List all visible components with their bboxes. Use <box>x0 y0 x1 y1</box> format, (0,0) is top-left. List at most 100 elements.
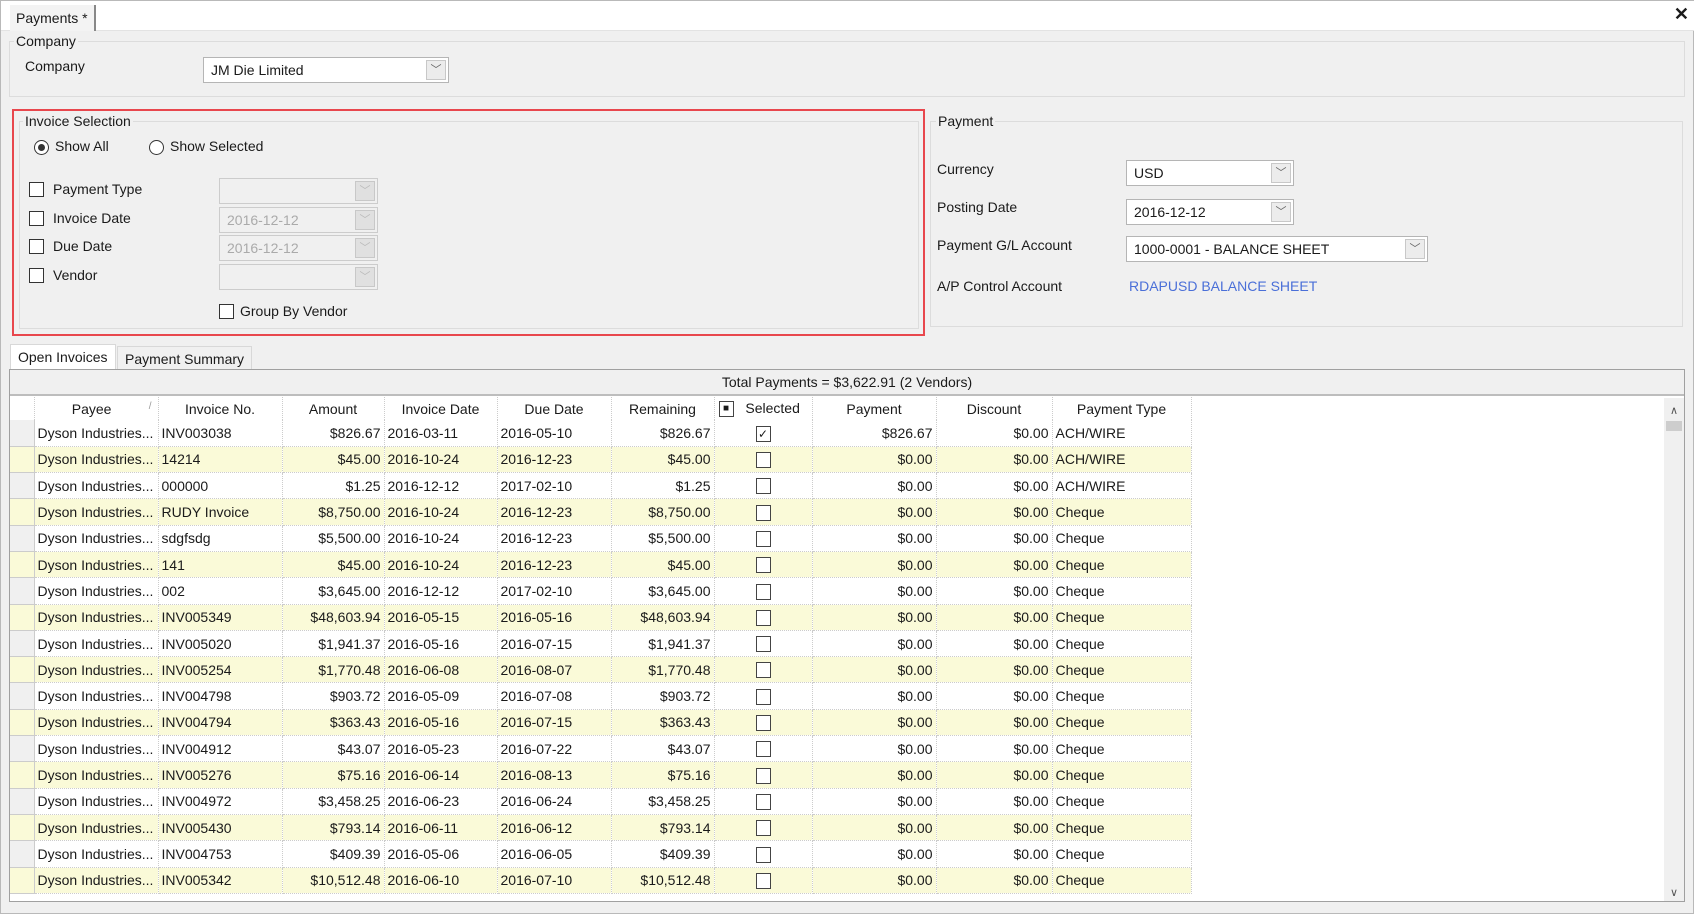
cell-selected[interactable] <box>714 814 813 842</box>
table-row[interactable]: Dyson Industries... INV005254 $1,770.48 201… <box>10 656 1192 684</box>
row-header[interactable] <box>10 577 35 605</box>
row-select-checkbox[interactable] <box>755 636 771 653</box>
row-select-checkbox[interactable] <box>755 820 771 837</box>
row-select-checkbox[interactable] <box>755 741 771 758</box>
vendor-checkbox[interactable] <box>29 268 44 283</box>
chevron-down-icon[interactable]: ﹀ <box>426 60 446 80</box>
cell-selected[interactable] <box>714 788 813 815</box>
row-select-checkbox[interactable] <box>755 872 771 889</box>
row-select-checkbox[interactable] <box>755 504 771 521</box>
table-row[interactable]: Dyson Industries... 000000 $1.25 2016-12-12… <box>10 472 1192 500</box>
tab-open-invoices[interactable]: Open Invoices <box>10 344 116 370</box>
row-select-checkbox[interactable] <box>755 583 771 600</box>
table-row[interactable]: Dyson Industries... RUDY Invoice $8,750.00… <box>10 498 1192 526</box>
row-header[interactable] <box>10 735 35 763</box>
table-row[interactable]: Dyson Industries... sdgfsdg $5,500.00 2016-… <box>10 525 1192 552</box>
table-row[interactable]: Dyson Industries... INV005430 $793.14 2016-… <box>10 814 1192 842</box>
table-row[interactable]: Dyson Industries... INV004798 $903.72 2016-… <box>10 682 1192 710</box>
row-header[interactable] <box>10 656 35 684</box>
cell-selected[interactable] <box>714 472 813 500</box>
due-date-checkbox[interactable] <box>29 239 44 254</box>
show-selected-radio[interactable] <box>149 140 164 155</box>
col-payment[interactable]: Payment <box>812 397 937 420</box>
row-select-checkbox[interactable] <box>755 688 771 705</box>
cell-selected[interactable] <box>714 656 813 684</box>
tab-payments[interactable]: Payments * <box>10 5 96 31</box>
cell-selected[interactable] <box>714 525 813 552</box>
select-all-checkbox[interactable]: ■ <box>718 401 734 418</box>
cell-selected[interactable] <box>714 867 813 894</box>
table-row[interactable]: Dyson Industries... INV005349 $48,603.94 20… <box>10 604 1192 631</box>
gl-account-dropdown[interactable]: 1000-0001 - BALANCE SHEET ﹀ <box>1126 236 1428 262</box>
row-select-checkbox[interactable] <box>755 846 771 863</box>
close-icon[interactable]: ✕ <box>1674 4 1689 25</box>
cell-selected[interactable]: ✓ <box>714 420 813 447</box>
col-remaining[interactable]: Remaining <box>611 397 715 420</box>
table-row[interactable]: Dyson Industries... INV005020 $1,941.37 201… <box>10 630 1192 658</box>
row-header[interactable] <box>10 472 35 500</box>
cell-selected[interactable] <box>714 709 813 737</box>
row-header[interactable] <box>10 551 35 579</box>
row-select-checkbox[interactable] <box>755 609 771 626</box>
currency-dropdown[interactable]: USD ﹀ <box>1126 160 1294 186</box>
col-selected[interactable]: ■ Selected <box>714 397 813 420</box>
row-select-checkbox[interactable] <box>755 478 771 495</box>
col-amount[interactable]: Amount <box>282 397 385 420</box>
invoice-date-checkbox[interactable] <box>29 211 44 226</box>
ap-account-link[interactable]: RDAPUSD BALANCE SHEET <box>1129 278 1317 294</box>
chevron-down-icon[interactable]: ﹀ <box>1271 163 1291 183</box>
col-payee[interactable]: Payee / <box>34 397 159 420</box>
scroll-thumb[interactable] <box>1666 421 1682 431</box>
row-header[interactable] <box>10 682 35 710</box>
table-row[interactable]: Dyson Industries... INV004753 $409.39 2016-… <box>10 840 1192 868</box>
col-payment-type[interactable]: Payment Type <box>1052 397 1192 420</box>
col-due-date[interactable]: Due Date <box>497 397 612 420</box>
row-header[interactable] <box>10 420 35 447</box>
row-header[interactable] <box>10 498 35 526</box>
table-row[interactable]: Dyson Industries... INV004794 $363.43 2016-… <box>10 709 1192 737</box>
row-header[interactable] <box>10 761 35 789</box>
cell-selected[interactable] <box>714 735 813 763</box>
due-date-picker[interactable]: 2016-12-12 ﹀ <box>219 235 378 261</box>
row-select-checkbox[interactable] <box>755 557 771 574</box>
table-row[interactable]: Dyson Industries... INV004972 $3,458.25 201… <box>10 788 1192 815</box>
col-discount[interactable]: Discount <box>936 397 1053 420</box>
show-all-radio[interactable] <box>34 140 49 155</box>
table-row[interactable]: Dyson Industries... 14214 $45.00 2016-10-24… <box>10 446 1192 474</box>
scroll-down-icon[interactable]: ∨ <box>1664 886 1684 899</box>
cell-selected[interactable] <box>714 577 813 605</box>
cell-selected[interactable] <box>714 551 813 579</box>
row-header[interactable] <box>10 867 35 894</box>
row-header[interactable] <box>10 525 35 552</box>
row-select-checkbox[interactable] <box>755 452 771 469</box>
table-row[interactable]: Dyson Industries... INV005342 $10,512.48 20… <box>10 867 1192 894</box>
vertical-scrollbar[interactable]: ∧ ∨ <box>1664 398 1684 901</box>
row-select-checkbox[interactable] <box>755 662 771 679</box>
payment-type-dropdown[interactable]: ﹀ <box>219 178 378 204</box>
row-select-checkbox[interactable] <box>755 715 771 732</box>
row-header[interactable] <box>10 604 35 631</box>
row-header[interactable] <box>10 709 35 737</box>
scroll-up-icon[interactable]: ∧ <box>1664 404 1684 417</box>
cell-selected[interactable] <box>714 682 813 710</box>
cell-selected[interactable] <box>714 604 813 631</box>
table-row[interactable]: Dyson Industries... INV004912 $43.07 2016-0… <box>10 735 1192 763</box>
cell-selected[interactable] <box>714 761 813 789</box>
vendor-dropdown[interactable]: ﹀ <box>219 264 378 290</box>
row-header[interactable] <box>10 788 35 815</box>
table-row[interactable]: Dyson Industries... INV003038 $826.67 2016-… <box>10 420 1192 447</box>
row-select-checkbox[interactable]: ✓ <box>755 425 771 442</box>
cell-selected[interactable] <box>714 498 813 526</box>
invoice-date-picker[interactable]: 2016-12-12 ﹀ <box>219 207 378 233</box>
row-select-checkbox[interactable] <box>755 793 771 810</box>
tab-payment-summary[interactable]: Payment Summary <box>117 346 253 371</box>
table-row[interactable]: Dyson Industries... 141 $45.00 2016-10-24 20… <box>10 551 1192 579</box>
row-header[interactable] <box>10 630 35 658</box>
row-select-checkbox[interactable] <box>755 767 771 784</box>
payment-type-checkbox[interactable] <box>29 182 44 197</box>
cell-selected[interactable] <box>714 446 813 474</box>
col-invoice-date[interactable]: Invoice Date <box>384 397 498 420</box>
table-row[interactable]: Dyson Industries... 002 $3,645.00 2016-12-1… <box>10 577 1192 605</box>
posting-date-picker[interactable]: 2016-12-12 ﹀ <box>1126 199 1294 225</box>
group-by-vendor-checkbox[interactable] <box>219 304 234 319</box>
